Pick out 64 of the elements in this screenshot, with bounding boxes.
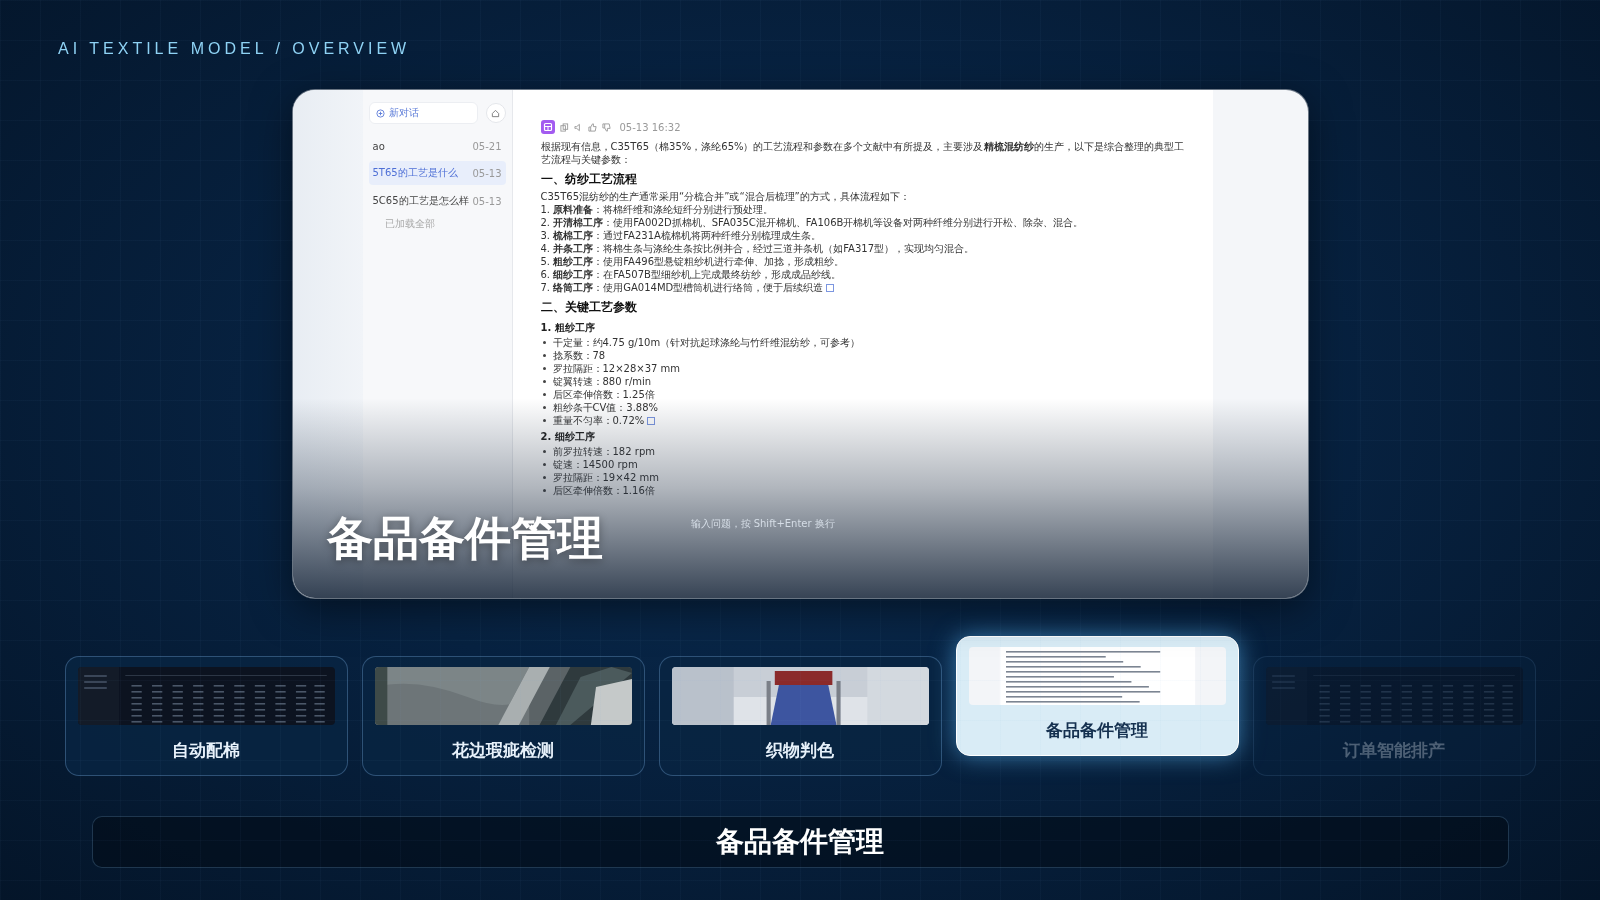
process-step: 3. 梳棉工序：通过FA231A梳棉机将两种纤维分别梳理成生条。	[540, 229, 821, 242]
section-heading: 二、关键工艺参数	[540, 299, 638, 316]
process-lead: C35T65混纺纱的生产通常采用“分梳合并”或“混合后梳理”的方式，具体流程如下：	[540, 190, 911, 203]
citation-icon[interactable]	[826, 283, 835, 292]
citation-icon[interactable]	[647, 416, 656, 425]
feature-card[interactable]: 花边瑕疵检测	[361, 656, 645, 776]
conversation-date: 05-21	[472, 141, 502, 152]
feature-card[interactable]: 织物判色	[658, 656, 942, 776]
process-step: 5. 粗纱工序：使用FA496型悬锭粗纱机进行牵伸、加捻，形成粗纱。	[540, 255, 844, 268]
bullet-dot-icon	[542, 380, 546, 383]
bullet-dot-icon	[542, 419, 546, 422]
feature-card[interactable]: 备品备件管理	[955, 636, 1239, 756]
bullet-dot-icon	[542, 450, 546, 453]
conversation-date: 05-13	[472, 195, 502, 207]
conversation-item[interactable]: ao 05-21	[368, 136, 506, 157]
bullet-dot-icon	[542, 489, 546, 492]
bullet-dot-icon	[542, 476, 546, 479]
thumbs-down-icon[interactable]	[601, 122, 611, 132]
parameter-item: 后区牵伸倍数：1.16倍	[552, 484, 655, 497]
parameter-item: 罗拉隔距：12×28×37 mm	[552, 362, 681, 375]
input-hint: 输入问题，按 Shift+Enter 换行	[690, 517, 836, 531]
new-chat-button[interactable]: 新对话	[368, 102, 478, 124]
answer-intro: 根据现有信息，C35T65（棉35%，涤纶65%）的工艺流程和参数在多个文献中有所提及，主要涉及精梳混纺纱的生产，以下是综合整理的典型工艺流程与关键参数：	[540, 140, 1185, 166]
parameter-item: 后区牵伸倍数：1.25倍	[552, 388, 655, 401]
section-heading: 一、纺纱工艺流程	[540, 171, 638, 188]
parameter-group-title: 2. 细纱工序	[540, 430, 596, 444]
parameter-item: 罗拉隔距：19×42 mm	[552, 471, 659, 484]
conversation-item[interactable]: 5C65的工艺是怎么样 05-13	[368, 189, 506, 213]
bullet-dot-icon	[542, 341, 546, 344]
parameter-group-title: 1. 粗纱工序	[540, 321, 596, 335]
parameter-item: 捻系数：78	[552, 349, 606, 362]
bullet-dot-icon	[542, 393, 546, 396]
process-step: 7. 络筒工序：使用GA014MD型槽筒机进行络筒，便于后续织造	[540, 281, 824, 294]
process-step: 6. 细纱工序：在FA507B型细纱机上完成最终纺纱，形成成品纱线。	[540, 268, 841, 281]
parameter-item: 粗纱条干CV值：3.88%	[552, 401, 659, 414]
message-time: 05-13 16:32	[619, 121, 681, 133]
process-step: 2. 开清棉工序：使用FA002D抓棉机、SFA035C混开棉机、FA106B开棉机等设备对两种纤维分别进行开松、除杂、混合。	[540, 216, 1084, 229]
speaker-icon[interactable]	[573, 122, 583, 132]
conversation-item[interactable]: 5T65的工艺是什么 05-13	[368, 161, 506, 185]
bullet-dot-icon	[542, 367, 546, 370]
bullet-dot-icon	[542, 463, 546, 466]
copy-icon[interactable]	[559, 122, 569, 132]
process-step: 4. 并条工序：将棉生条与涤纶生条按比例并合，经过三道并条机（如FA317型），实现均匀混合。	[540, 242, 974, 255]
parameter-item: 重量不匀率：0.72%	[552, 414, 645, 427]
parameter-item: 锭速：14500 rpm	[552, 458, 638, 471]
parameter-item: 锭翼转速：880 r/min	[552, 375, 652, 388]
process-step: 1. 原料准备：将棉纤维和涤纶短纤分别进行预处理。	[540, 203, 774, 216]
feature-card[interactable]: 自动配棉	[64, 656, 348, 776]
parameter-item: 干定量：约4.75 g/10m（针对抗起球涤纶与竹纤维混纺纱，可参考）	[552, 336, 861, 349]
assistant-avatar-icon	[540, 120, 555, 134]
conversation-title: 5C65的工艺是怎么样	[372, 194, 469, 208]
bullet-dot-icon	[542, 406, 546, 409]
conversation-title: ao	[372, 141, 385, 152]
conversation-date: 05-13	[472, 167, 502, 179]
plus-circle-icon	[375, 108, 385, 118]
load-note: 已加载全部	[383, 217, 436, 231]
preview-title: 备品备件管理	[326, 510, 603, 567]
thumbs-up-icon[interactable]	[587, 122, 597, 132]
home-icon	[491, 108, 500, 118]
parameter-item: 前罗拉转速：182 rpm	[552, 445, 655, 458]
bullet-dot-icon	[542, 354, 546, 357]
home-icon-button[interactable]	[485, 103, 506, 123]
breadcrumb: AI TEXTILE MODEL / OVERVIEW	[58, 40, 411, 58]
conversation-title: 5T65的工艺是什么	[372, 166, 458, 180]
